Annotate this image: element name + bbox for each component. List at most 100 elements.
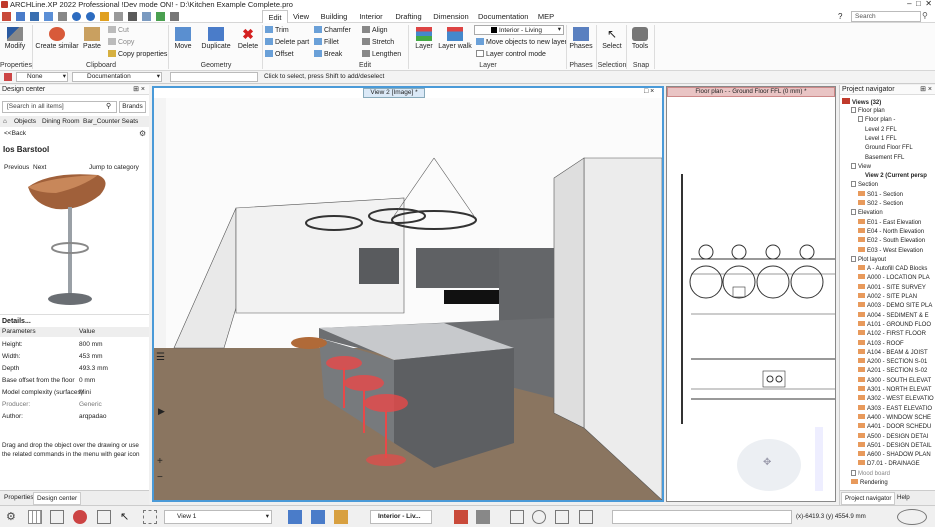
layer-control-button[interactable]: Layer control mode	[476, 50, 546, 59]
magnet-icon[interactable]	[73, 510, 87, 524]
tree-item[interactable]: E02 - South Elevation	[858, 237, 925, 246]
design-search-input[interactable]: [Search in all items]	[2, 101, 117, 113]
tree-item[interactable]: A004 - SEDIMENT & E	[858, 311, 929, 321]
tree-item[interactable]: Floor plan	[851, 107, 885, 116]
gear-icon[interactable]: ⚙	[139, 129, 146, 138]
save-icon[interactable]	[30, 12, 39, 21]
undo-icon[interactable]	[72, 12, 81, 21]
floorplan-tab[interactable]: Floor plan - - Ground Floor FFL (0 mm) *	[667, 87, 835, 97]
zoom-out-icon[interactable]: −	[157, 472, 163, 483]
tree-item[interactable]: A400 - WINDOW SCHE	[858, 413, 931, 423]
cut-button[interactable]: Cut	[108, 26, 129, 35]
menu-documentation[interactable]: Documentation	[478, 10, 528, 23]
search-icon[interactable]: ⚲	[922, 11, 928, 20]
grid-icon[interactable]	[28, 510, 42, 524]
tree-item[interactable]: A101 - GROUND FLOO	[858, 320, 931, 330]
details-header[interactable]: Details...	[0, 314, 149, 327]
new-icon[interactable]	[2, 12, 11, 21]
floorplan-panel[interactable]: Floor plan - - Ground Floor FFL (0 mm) *…	[666, 86, 836, 502]
grid-icon[interactable]	[114, 12, 123, 21]
tree-item[interactable]: Elevation	[851, 209, 883, 218]
tree-item[interactable]: A401 - DOOR SCHEDU	[858, 423, 931, 432]
nav-widget[interactable]: ✥	[737, 439, 801, 491]
back-link[interactable]: <<Back	[4, 130, 26, 137]
redo-icon[interactable]	[86, 12, 95, 21]
measure-icon[interactable]	[555, 510, 569, 524]
arrow-down-icon[interactable]	[311, 510, 325, 524]
create-similar-button[interactable]: Create similar	[35, 25, 79, 51]
tree-item[interactable]: A - Autofill CAD Blocks	[858, 265, 927, 274]
tree-item[interactable]: A302 - WEST ELEVATIO	[858, 395, 934, 404]
window-controls[interactable]: – □ ✕	[852, 0, 932, 9]
paste-button[interactable]: Paste	[81, 25, 103, 51]
chamfer-button[interactable]: Chamfer	[314, 26, 351, 35]
view-dropdown[interactable]: View 1 ▾	[164, 510, 272, 524]
next-link[interactable]: Next	[33, 164, 46, 171]
trim-button[interactable]: Trim	[265, 26, 289, 35]
menu-drafting[interactable]: Drafting	[393, 10, 424, 23]
param-value[interactable]: 493.3 mm	[79, 364, 108, 374]
compass-icon[interactable]	[897, 509, 927, 525]
arrow-up-icon[interactable]	[288, 510, 302, 524]
move-button[interactable]: Move	[172, 25, 194, 51]
copy-properties-button[interactable]: Copy properties	[108, 50, 167, 59]
open-icon[interactable]	[16, 12, 25, 21]
tree-item[interactable]: D7.01 - DRAINAGE	[858, 460, 920, 469]
tree-item[interactable]: A102 - FIRST FLOOR	[858, 330, 926, 339]
list-icon[interactable]: ☰	[156, 352, 165, 363]
breadcrumb-seats[interactable]: Bar_Counter Seats	[83, 116, 138, 127]
pin-icon[interactable]: ⊞ ×	[920, 85, 932, 95]
help-icon[interactable]: ?	[838, 12, 842, 21]
tree-item[interactable]: View	[851, 162, 871, 172]
doc-layer-dropdown[interactable]: Documentation ▾	[72, 72, 162, 82]
tree-item[interactable]: E03 - West Elevation	[858, 246, 923, 256]
breadcrumb-objects[interactable]: Objects	[14, 116, 36, 127]
tree-item[interactable]: S01 - Section	[858, 190, 903, 200]
tree-item[interactable]: E04 - North Elevation	[858, 227, 924, 237]
tree-item[interactable]: View 2 (Current persp	[865, 172, 927, 181]
camera-icon[interactable]	[128, 12, 137, 21]
print-icon[interactable]	[58, 12, 67, 21]
coordinate-input[interactable]	[612, 510, 792, 524]
save-all-icon[interactable]	[44, 12, 53, 21]
pan-icon[interactable]: ✥	[763, 457, 771, 468]
target-icon[interactable]	[532, 510, 546, 524]
delete-part-button[interactable]: Delete part	[265, 38, 309, 47]
tree-item[interactable]: Rendering	[851, 479, 888, 488]
previous-link[interactable]: Previous	[4, 164, 29, 171]
duplicate-button[interactable]: Duplicate	[200, 25, 232, 51]
tree-root[interactable]: Views (32)	[842, 98, 881, 107]
phases-button[interactable]: Phases	[568, 25, 594, 51]
tree-item[interactable]: S02 - Section	[858, 200, 903, 209]
break-button[interactable]: Break	[314, 50, 342, 59]
breadcrumb-dining[interactable]: Dining Room	[42, 116, 80, 127]
layer-walk-button[interactable]: Layer walk	[438, 25, 472, 51]
tree-item[interactable]: A200 - SECTION S-01	[858, 358, 927, 367]
tree-item[interactable]: Plot layout	[851, 255, 886, 265]
param-value[interactable]: Generic	[79, 400, 102, 410]
gear-icon[interactable]: ⚙	[6, 510, 20, 524]
tree-item[interactable]: A300 - SOUTH ELEVAT	[858, 376, 931, 386]
tree-item[interactable]: A303 - EAST ELEVATIO	[858, 404, 932, 414]
layer-button[interactable]: Layer	[412, 25, 436, 51]
menu-edit[interactable]: Edit	[262, 10, 288, 23]
param-value[interactable]: 0 mm	[79, 376, 95, 386]
render-icon[interactable]	[156, 12, 165, 21]
layer-color-icon[interactable]	[454, 510, 468, 524]
fill-icon[interactable]	[476, 510, 490, 524]
tab-properties[interactable]: Properties	[4, 494, 34, 501]
brands-button[interactable]: Brands	[119, 101, 146, 113]
tree-item[interactable]: Ground Floor FFL	[865, 144, 913, 153]
cursor-icon[interactable]: ↖	[120, 510, 134, 524]
stretch-button[interactable]: Stretch	[362, 38, 394, 47]
tree-item[interactable]: A001 - SITE SURVEY	[858, 283, 926, 293]
align-button[interactable]: Align	[362, 26, 388, 35]
ortho-icon[interactable]	[97, 510, 111, 524]
tree-item[interactable]: A500 - DESIGN DETAI	[858, 432, 928, 442]
param-value[interactable]: 453 mm	[79, 352, 102, 362]
select-area-icon[interactable]	[143, 510, 157, 524]
menu-interior[interactable]: Interior	[356, 10, 386, 23]
move-objects-layer-button[interactable]: Move objects to new layer	[476, 38, 567, 47]
tree-item[interactable]: E01 - East Elevation	[858, 218, 921, 228]
param-value[interactable]: Mini	[79, 388, 91, 398]
